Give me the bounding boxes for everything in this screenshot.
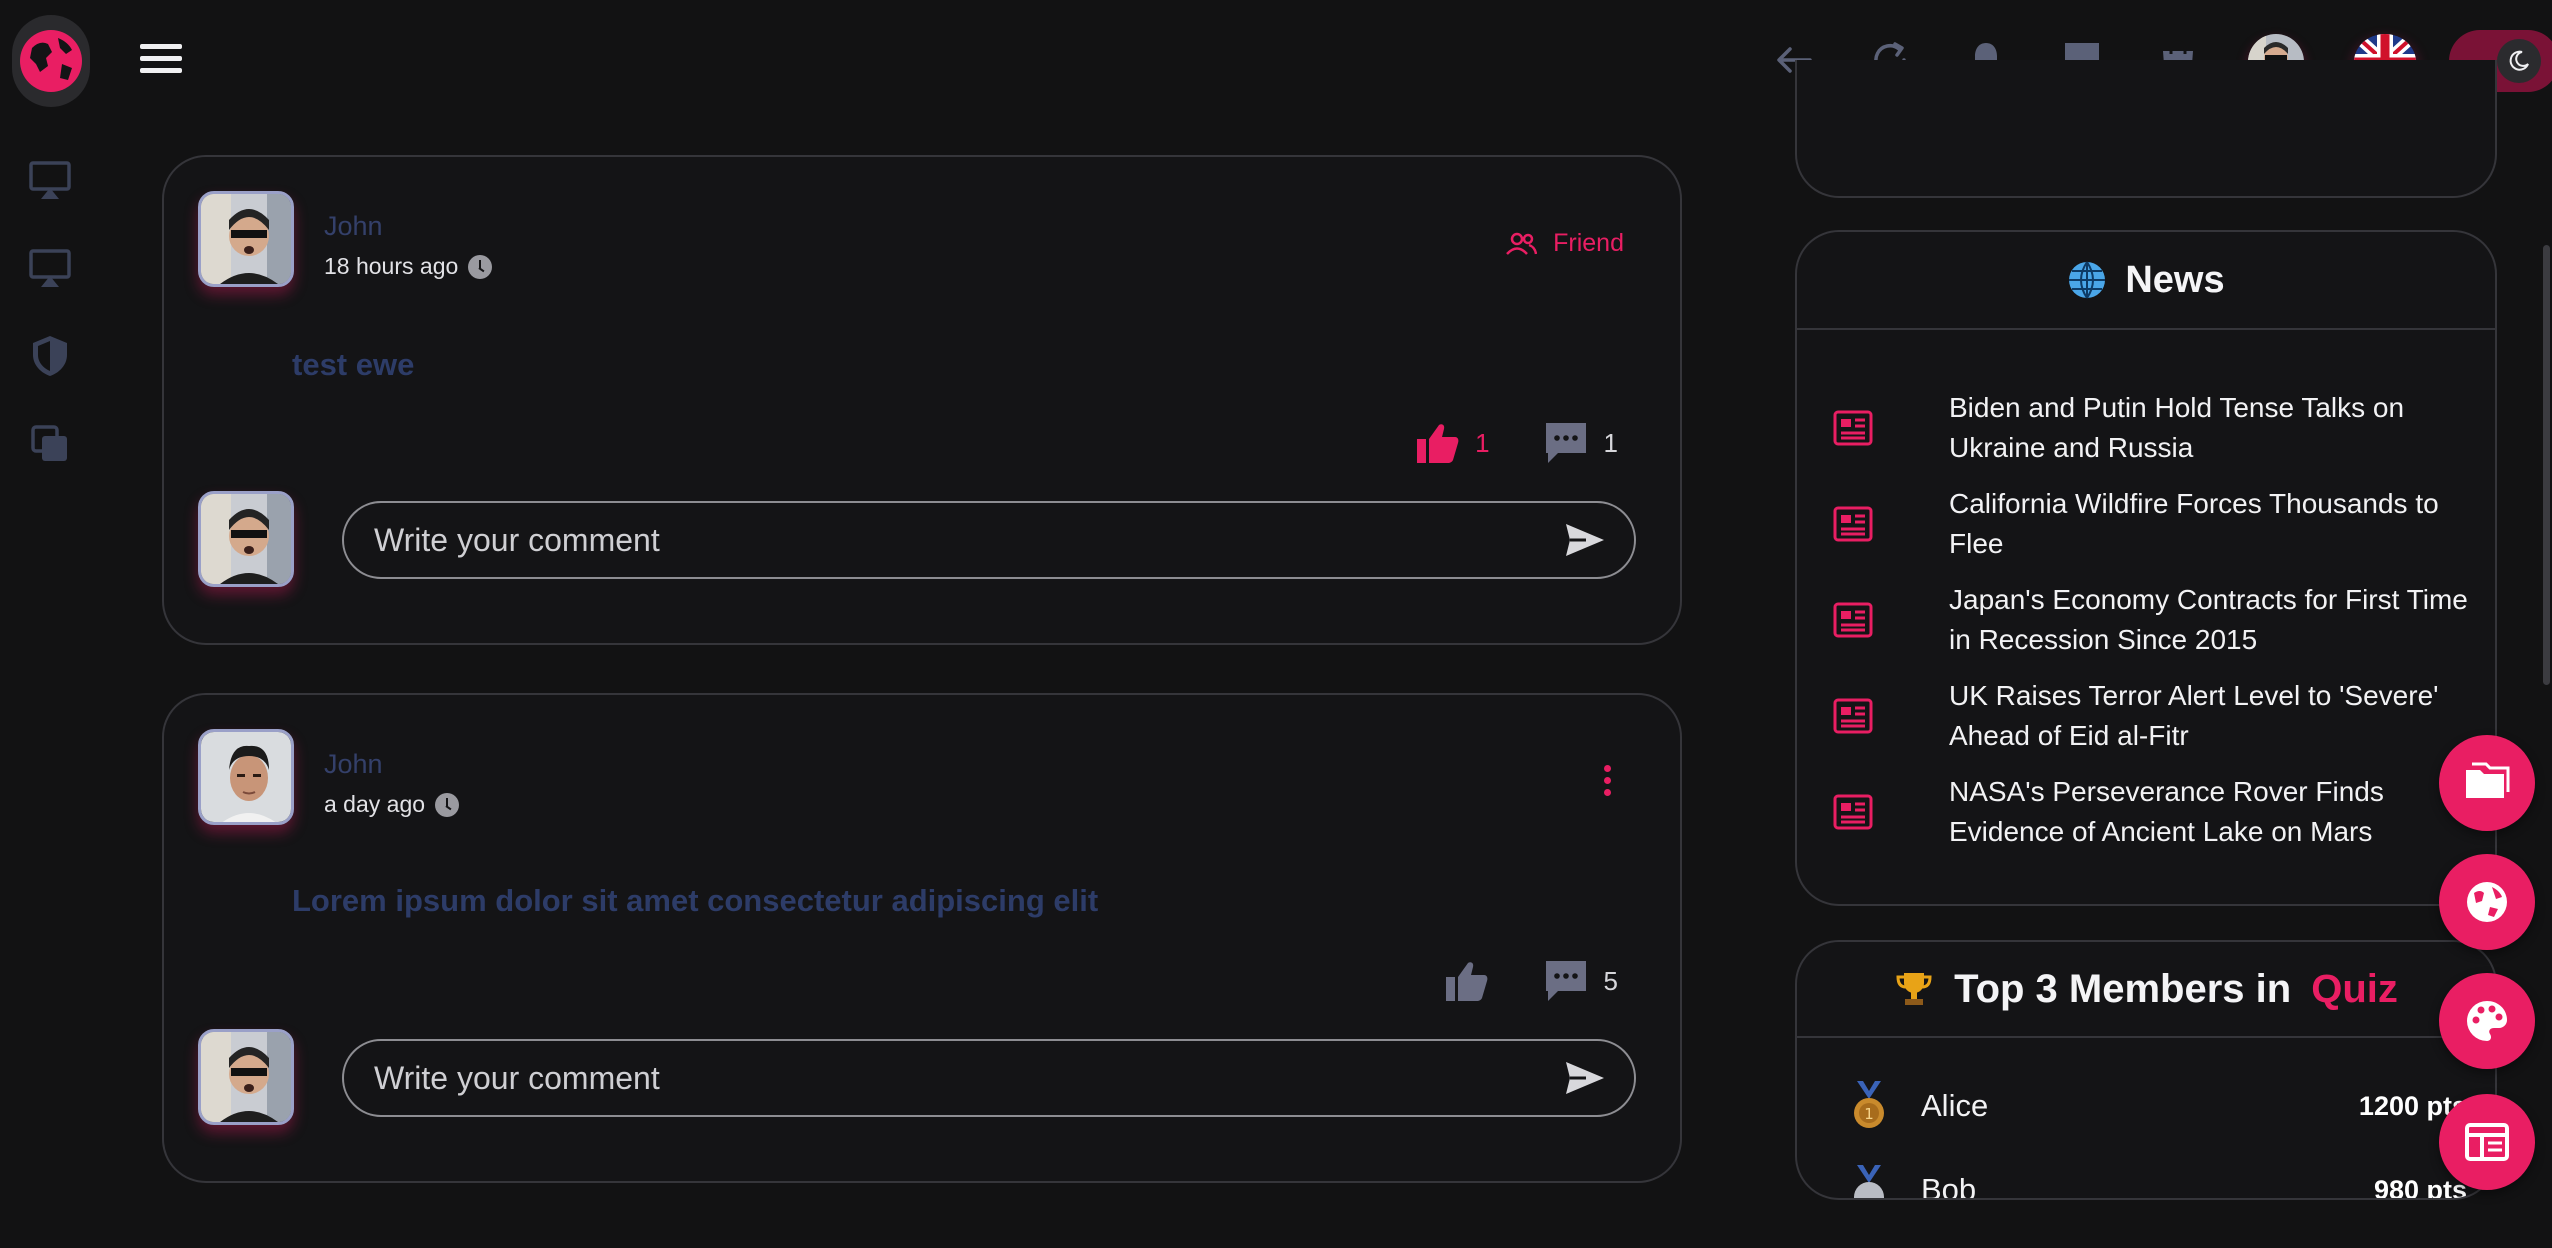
post-time-text: a day ago (324, 791, 426, 817)
more-options-icon[interactable] (1600, 765, 1614, 801)
leaderboard-header: Top 3 Members in Quiz (1797, 942, 2495, 1038)
layout-fab-button[interactable] (2439, 1094, 2535, 1190)
post-reactions: 5 (1442, 957, 1618, 1005)
send-comment-button[interactable] (1554, 1048, 1614, 1108)
page-scrollbar[interactable] (2543, 245, 2550, 685)
globe-icon (2467, 882, 2507, 922)
news-item[interactable]: UK Raises Terror Alert Level to 'Severe'… (1797, 668, 2497, 764)
comment-count: 1 (1603, 427, 1618, 458)
comment-count-button[interactable]: 1 (1542, 419, 1618, 467)
hamburger-menu-button[interactable] (140, 44, 182, 78)
leaderboard-title: Top 3 Members in (1954, 966, 2292, 1011)
friend-label: Friend (1553, 229, 1624, 257)
comment-icon (1545, 961, 1586, 1001)
shield-icon[interactable] (24, 330, 76, 382)
news-item[interactable]: California Wildfire Forces Thousands to … (1797, 476, 2497, 572)
comment-input[interactable] (344, 1059, 1554, 1097)
leaderboard-category: Quiz (2311, 966, 2398, 1011)
clock-icon (435, 792, 460, 817)
send-icon (1566, 1062, 1604, 1094)
commenter-avatar[interactable] (198, 1029, 294, 1125)
leaderboard-row: Bob 980 pts (1797, 1160, 2495, 1200)
palette-fab-button[interactable] (2439, 973, 2535, 1069)
post-content: Lorem ipsum dolor sit amet consectetur a… (292, 883, 1099, 918)
folder-fab-button[interactable] (2439, 735, 2535, 831)
like-button[interactable]: 1 (1413, 419, 1490, 467)
globe-fab-button[interactable] (2439, 854, 2535, 950)
airplay-icon-2[interactable] (24, 242, 76, 294)
moon-icon (2497, 39, 2541, 83)
layout-icon (2465, 1123, 2509, 1161)
palette-icon (2467, 1001, 2507, 1041)
post-author-name[interactable]: John (324, 211, 383, 242)
clock-icon (468, 254, 493, 279)
folder-icon (2466, 762, 2510, 798)
news-header: News (1797, 232, 2495, 330)
news-widget: News Biden and Putin Hold Tense Talks on… (1795, 230, 2497, 906)
app-logo[interactable] (12, 15, 90, 107)
commenter-avatar[interactable] (198, 491, 294, 587)
people-icon (1506, 232, 1538, 255)
leaderboard-row: 1 Alice 1200 pts (1797, 1076, 2495, 1136)
comment-input[interactable] (344, 521, 1554, 559)
newspaper-icon (1833, 410, 1873, 446)
news-item[interactable]: NASA's Perseverance Rover Finds Evidence… (1797, 764, 2497, 860)
airplay-icon[interactable] (24, 154, 76, 206)
news-title: News (2125, 258, 2225, 301)
post-timestamp: a day ago (324, 791, 460, 818)
send-icon (1566, 524, 1604, 556)
post-card-2: John a day ago Lorem ipsum dolor sit ame… (162, 693, 1682, 1183)
comment-count-button[interactable]: 5 (1542, 957, 1618, 1005)
post-time-text: 18 hours ago (324, 253, 459, 279)
member-points: 980 pts (2373, 1174, 2467, 1200)
news-headline: California Wildfire Forces Thousands to … (1949, 488, 2439, 559)
trophy-icon (1896, 973, 1932, 1005)
member-name: Alice (1921, 1088, 1989, 1123)
bronze-medal-icon: 1 (1854, 1081, 1884, 1128)
news-headline: Japan's Economy Contracts for First Time… (1949, 584, 2468, 655)
post-reactions: 1 1 (1413, 419, 1618, 467)
thumbs-up-icon (1445, 962, 1487, 1001)
news-headline: Biden and Putin Hold Tense Talks on Ukra… (1949, 392, 2405, 463)
comment-count: 5 (1603, 965, 1618, 996)
thumbs-up-icon (1417, 424, 1459, 463)
globe-icon (2069, 261, 2106, 299)
post-content: test ewe (292, 347, 415, 382)
news-headline: NASA's Perseverance Rover Finds Evidence… (1949, 776, 2384, 847)
newspaper-icon (1833, 794, 1873, 830)
news-item[interactable]: Biden and Putin Hold Tense Talks on Ukra… (1797, 380, 2497, 476)
friend-badge[interactable]: Friend (1505, 229, 1624, 258)
copy-icon[interactable] (24, 418, 76, 470)
newspaper-icon (1833, 506, 1873, 542)
newspaper-icon (1833, 698, 1873, 734)
post-timestamp: 18 hours ago (324, 253, 493, 280)
news-item[interactable]: Japan's Economy Contracts for First Time… (1797, 572, 2497, 668)
globe-logo-icon (20, 30, 82, 92)
post-author-avatar[interactable] (198, 191, 294, 287)
comment-icon (1545, 423, 1586, 463)
newspaper-icon (1833, 602, 1873, 638)
send-comment-button[interactable] (1554, 510, 1614, 570)
comment-box (342, 1039, 1636, 1117)
post-author-name[interactable]: John (324, 749, 383, 780)
svg-text:1: 1 (1864, 1105, 1874, 1123)
silver-medal-icon (1854, 1165, 1884, 1198)
like-count: 1 (1475, 427, 1490, 458)
comment-box (342, 501, 1636, 579)
news-headline: UK Raises Terror Alert Level to 'Severe'… (1949, 680, 2439, 751)
post-card: John 18 hours ago Friend test ewe 1 1 (162, 155, 1682, 645)
post-author-avatar[interactable] (198, 729, 294, 825)
leaderboard-widget: Top 3 Members in Quiz 1 Alice 1200 pts B… (1795, 940, 2497, 1200)
previous-widget-bottom (1795, 60, 2497, 198)
like-button[interactable] (1442, 957, 1504, 1005)
member-name: Bob (1921, 1172, 1977, 1200)
